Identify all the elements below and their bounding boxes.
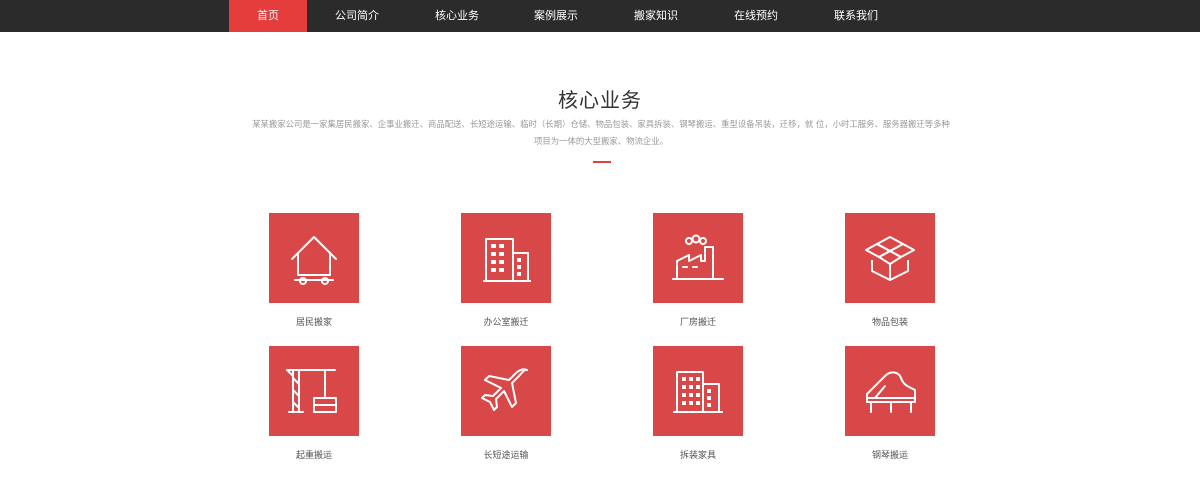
nav-moving-knowledge[interactable]: 搬家知识 xyxy=(616,0,696,32)
service-crane-lifting[interactable]: 起重搬运 xyxy=(244,346,384,476)
service-tile xyxy=(461,346,551,436)
service-label: 厂房搬迁 xyxy=(679,318,716,328)
service-label: 长短途运输 xyxy=(483,451,529,461)
nav-contact-us[interactable]: 联系我们 xyxy=(816,0,896,32)
section-description-line-1: 某某搬家公司是一家集居民搬家、企事业搬迁、商品配送、长短途运输、临时（长期）仓储… xyxy=(252,119,950,129)
service-piano-moving[interactable]: 钢琴搬运 xyxy=(820,346,960,476)
service-tile xyxy=(653,213,743,303)
service-label: 物品包装 xyxy=(871,318,908,328)
box-package-icon xyxy=(865,236,915,281)
top-navigation: 首页 公司简介 核心业务 案例展示 搬家知识 在线预约 联系我们 xyxy=(0,0,1200,32)
nav-online-booking[interactable]: 在线预约 xyxy=(716,0,796,32)
section-description-line-2: 项目为一体的大型搬家、物流企业。 xyxy=(534,136,668,146)
nav-core-business[interactable]: 核心业务 xyxy=(417,0,497,32)
office-building-icon xyxy=(483,238,531,282)
nav-home[interactable]: 首页 xyxy=(229,0,307,32)
service-tile xyxy=(461,213,551,303)
crane-icon xyxy=(286,369,337,413)
service-tile xyxy=(653,346,743,436)
service-tile xyxy=(845,213,935,303)
service-office-relocation[interactable]: 办公室搬迁 xyxy=(436,213,576,343)
piano-icon xyxy=(866,371,916,413)
service-label: 居民搬家 xyxy=(295,318,332,328)
service-long-short-transport[interactable]: 长短途运输 xyxy=(436,346,576,476)
service-packing[interactable]: 物品包装 xyxy=(820,213,960,343)
service-residential-moving[interactable]: 居民搬家 xyxy=(244,213,384,343)
service-label: 办公室搬迁 xyxy=(483,318,529,328)
airplane-icon xyxy=(481,368,528,411)
service-label: 起重搬运 xyxy=(295,451,332,461)
section-title: 核心业务 xyxy=(558,88,642,112)
house-truck-icon xyxy=(291,236,337,285)
service-tile xyxy=(845,346,935,436)
nav-company-intro[interactable]: 公司简介 xyxy=(317,0,397,32)
factory-icon xyxy=(672,234,724,280)
title-divider xyxy=(593,161,611,163)
service-factory-relocation[interactable]: 厂房搬迁 xyxy=(628,213,768,343)
building-icon xyxy=(673,371,723,413)
service-label: 钢琴搬运 xyxy=(871,451,908,461)
service-tile xyxy=(269,346,359,436)
section-description: 某某搬家公司是一家集居民搬家、企事业搬迁、商品配送、长短途运输、临时（长期）仓储… xyxy=(228,116,974,150)
service-furniture-assembly[interactable]: 拆装家具 xyxy=(628,346,768,476)
service-tile xyxy=(269,213,359,303)
service-label: 拆装家具 xyxy=(679,451,716,461)
nav-cases[interactable]: 案例展示 xyxy=(516,0,596,32)
